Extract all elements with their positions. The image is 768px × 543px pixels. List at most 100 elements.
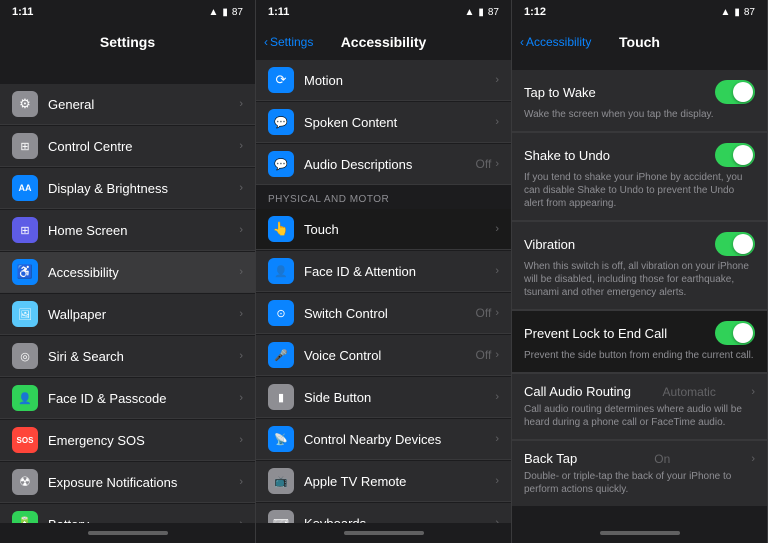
back-chevron-3: ‹ (520, 35, 524, 49)
back-chevron-2: ‹ (264, 35, 268, 49)
settings-item-battery[interactable]: 🔋 Battery › (0, 504, 255, 523)
acc-item-audio-desc[interactable]: 💬 Audio Descriptions Off › (256, 144, 511, 185)
nav-title-1: Settings (100, 34, 155, 50)
touch-item-back-tap[interactable]: Back Tap On › Double- or triple-tap the … (512, 441, 767, 506)
voice-control-label: Voice Control (304, 348, 476, 363)
home-indicator-3 (512, 523, 767, 543)
settings-item-sos[interactable]: SOS Emergency SOS › (0, 420, 255, 461)
touch-item-shake-undo[interactable]: Shake to Undo If you tend to shake your … (512, 133, 767, 221)
general-chevron: › (239, 98, 243, 110)
shake-undo-row: Shake to Undo (524, 143, 755, 167)
acc-item-voice-control[interactable]: 🎤 Voice Control Off › (256, 335, 511, 376)
home-bar-2 (344, 531, 424, 535)
settings-item-faceid[interactable]: 👤 Face ID & Passcode › (0, 378, 255, 419)
accessibility-list[interactable]: ⟳ Motion › 💬 Spoken Content › 💬 Audio De… (256, 60, 511, 523)
acc-item-touch[interactable]: 👆 Touch › (256, 209, 511, 250)
settings-item-wallpaper[interactable]: 🖼 Wallpaper › (0, 294, 255, 335)
panel-settings: 1:11 ▲ ▮ 87 Settings ⚙ General › ⊞ Contr… (0, 0, 256, 543)
acc-item-nearby[interactable]: 📡 Control Nearby Devices › (256, 419, 511, 460)
wifi-icon-3: ▲ (720, 7, 730, 18)
status-bar-2: 1:11 ▲ ▮ 87 (256, 0, 511, 24)
acc-item-motion[interactable]: ⟳ Motion › (256, 60, 511, 101)
battery-icon-2: ▮ (478, 7, 484, 18)
acc-item-side-button[interactable]: ▮ Side Button › (256, 377, 511, 418)
battery-pct-3: 87 (744, 7, 755, 18)
motion-label: Motion (304, 73, 495, 88)
voice-control-icon: 🎤 (268, 342, 294, 368)
control-centre-chevron: › (239, 140, 243, 152)
acc-item-appletv[interactable]: 📺 Apple TV Remote › (256, 461, 511, 502)
sos-icon: SOS (12, 427, 38, 453)
settings-item-siri[interactable]: ◎ Siri & Search › (0, 336, 255, 377)
touch-item-call-routing[interactable]: Call Audio Routing Automatic › Call audi… (512, 374, 767, 440)
nearby-label: Control Nearby Devices (304, 432, 495, 447)
acc-item-switch-control[interactable]: ⊙ Switch Control Off › (256, 293, 511, 334)
battery-pct-1: 87 (232, 7, 243, 18)
touch-settings-list[interactable]: Tap to Wake Wake the screen when you tap… (512, 60, 767, 523)
spoken-label: Spoken Content (304, 115, 495, 130)
settings-item-home-screen[interactable]: ⊞ Home Screen › (0, 210, 255, 251)
settings-item-general[interactable]: ⚙ General › (0, 84, 255, 125)
call-routing-desc: Call audio routing determines where audi… (524, 403, 755, 429)
wifi-icon-2: ▲ (464, 7, 474, 18)
siri-chevron: › (239, 350, 243, 362)
back-tap-chevron: › (751, 453, 755, 465)
switch-control-icon: ⊙ (268, 300, 294, 326)
exposure-chevron: › (239, 476, 243, 488)
battery-icon-1: ▮ (222, 7, 228, 18)
tap-wake-toggle[interactable] (715, 80, 755, 104)
call-routing-label: Call Audio Routing (524, 384, 631, 399)
voice-control-chevron: › (495, 349, 499, 361)
vibration-toggle[interactable] (715, 232, 755, 256)
side-button-label: Side Button (304, 390, 495, 405)
touch-icon: 👆 (268, 216, 294, 242)
settings-item-exposure[interactable]: ☢ Exposure Notifications › (0, 462, 255, 503)
touch-item-vibration[interactable]: Vibration When this switch is off, all v… (512, 222, 767, 310)
nav-title-2: Accessibility (341, 34, 427, 50)
acc-item-keyboards[interactable]: ⌨ Keyboards › (256, 503, 511, 523)
settings-list-1[interactable]: ⚙ General › ⊞ Control Centre › AA Displa… (0, 60, 255, 523)
back-label-2: Settings (270, 35, 313, 49)
acc-item-spoken[interactable]: 💬 Spoken Content › (256, 102, 511, 143)
prevent-lock-toggle[interactable] (715, 321, 755, 345)
home-bar-3 (600, 531, 680, 535)
wallpaper-chevron: › (239, 308, 243, 320)
general-label: General (48, 97, 239, 112)
settings-item-display[interactable]: AA Display & Brightness › (0, 168, 255, 209)
accessibility-label: Accessibility (48, 265, 239, 280)
tap-wake-label: Tap to Wake (524, 85, 596, 100)
control-centre-icon: ⊞ (12, 133, 38, 159)
back-button-3[interactable]: ‹ Accessibility (520, 35, 591, 49)
status-icons-1: ▲ ▮ 87 (208, 7, 243, 18)
nav-title-3: Touch (619, 34, 660, 50)
shake-undo-knob (733, 145, 753, 165)
shake-undo-toggle[interactable] (715, 143, 755, 167)
appletv-label: Apple TV Remote (304, 474, 495, 489)
audio-desc-chevron: › (495, 158, 499, 170)
sep-top (0, 60, 255, 84)
sos-label: Emergency SOS (48, 433, 239, 448)
faceid-att-label: Face ID & Attention (304, 264, 495, 279)
display-chevron: › (239, 182, 243, 194)
siri-icon: ◎ (12, 343, 38, 369)
status-bar-3: 1:12 ▲ ▮ 87 (512, 0, 767, 24)
touch-item-prevent-lock[interactable]: Prevent Lock to End Call Prevent the sid… (512, 311, 767, 373)
touch-label: Touch (304, 222, 495, 237)
control-centre-label: Control Centre (48, 139, 239, 154)
call-routing-value: Automatic (662, 385, 715, 399)
appletv-chevron: › (495, 475, 499, 487)
siri-label: Siri & Search (48, 349, 239, 364)
back-button-2[interactable]: ‹ Settings (264, 35, 313, 49)
faceid-label: Face ID & Passcode (48, 391, 239, 406)
side-button-chevron: › (495, 391, 499, 403)
settings-item-accessibility[interactable]: ♿ Accessibility › (0, 252, 255, 293)
vibration-desc: When this switch is off, all vibration o… (524, 260, 755, 299)
display-label: Display & Brightness (48, 181, 239, 196)
touch-chevron: › (495, 223, 499, 235)
acc-item-faceid-att[interactable]: 👤 Face ID & Attention › (256, 251, 511, 292)
switch-control-label: Switch Control (304, 306, 476, 321)
touch-item-tap-wake[interactable]: Tap to Wake Wake the screen when you tap… (512, 70, 767, 132)
prevent-lock-knob (733, 323, 753, 343)
tap-wake-desc: Wake the screen when you tap the display… (524, 108, 755, 121)
settings-item-control-centre[interactable]: ⊞ Control Centre › (0, 126, 255, 167)
